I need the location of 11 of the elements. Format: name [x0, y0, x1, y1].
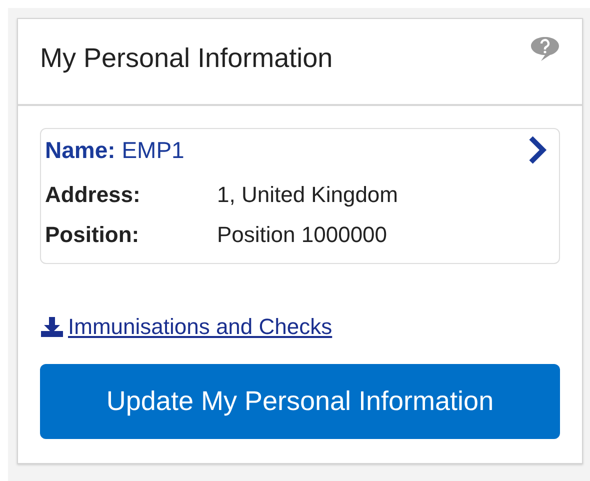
panel-title: My Personal Information	[40, 43, 333, 75]
detail-label: Address:	[45, 181, 142, 209]
immunisations-link[interactable]: Immunisations and Checks	[40, 314, 332, 340]
detail-label: Position:	[45, 221, 140, 249]
detail-value: Position 1000000	[217, 221, 388, 249]
help-icon[interactable]	[530, 35, 560, 63]
download-icon	[40, 316, 64, 338]
chevron-right-icon[interactable]	[527, 135, 547, 165]
detail-value: 1, United Kingdom	[217, 181, 399, 209]
update-info-button[interactable]: Update My Personal Information	[40, 364, 560, 439]
employee-name[interactable]: Name: EMP1	[45, 136, 184, 164]
